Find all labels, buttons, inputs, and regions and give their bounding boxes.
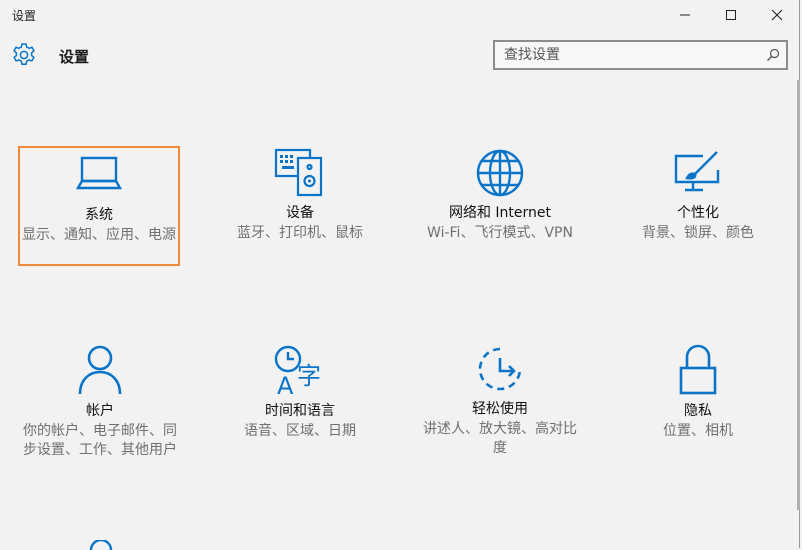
tile-system[interactable]: 系统 显示、通知、应用、电源 <box>20 148 178 264</box>
search-field[interactable] <box>493 40 788 70</box>
close-button[interactable] <box>754 0 800 30</box>
tile-label: 时间和语言 <box>265 403 335 419</box>
laptop-icon <box>75 156 123 190</box>
search-icon[interactable] <box>766 48 780 62</box>
page-title: 设置 <box>59 48 90 66</box>
tile-description: Wi-Fi、飞行模式、VPN <box>427 225 573 241</box>
scrollbar-thumb[interactable] <box>797 80 800 510</box>
person-icon <box>78 345 122 395</box>
tile-label: 轻松使用 <box>472 401 528 417</box>
tile-network[interactable]: 网络和 Internet Wi-Fi、飞行模式、VPN <box>420 148 580 243</box>
minimize-icon <box>680 14 690 16</box>
title-bar[interactable]: 设置 <box>0 0 800 30</box>
tile-ease-of-access[interactable]: 轻松使用 讲述人、放大镜、高对比度 <box>420 344 580 458</box>
tile-description: 位置、相机 <box>663 423 733 439</box>
tile-devices[interactable]: 设备 蓝牙、打印机、鼠标 <box>220 148 380 243</box>
settings-window: 设置 设置 系统 显示、通 <box>0 0 800 550</box>
globe-icon <box>476 149 524 197</box>
tile-description: 讲述人、放大镜、高对比度 <box>423 421 577 456</box>
close-icon <box>771 9 783 21</box>
ease-of-access-icon <box>478 347 522 391</box>
tile-time-language[interactable]: A 字 时间和语言 语音、区域、日期 <box>220 344 380 441</box>
svg-text:字: 字 <box>297 362 321 390</box>
tile-description: 你的帐户、电子邮件、同步设置、工作、其他用户 <box>23 423 177 458</box>
gear-icon <box>13 43 35 65</box>
tile-accounts[interactable]: 帐户 你的帐户、电子邮件、同步设置、工作、其他用户 <box>20 344 180 460</box>
minimize-button[interactable] <box>662 0 708 30</box>
devices-icon <box>274 148 323 197</box>
tile-description: 背景、锁屏、颜色 <box>642 225 754 241</box>
tile-description: 蓝牙、打印机、鼠标 <box>237 225 363 241</box>
svg-text:A: A <box>277 372 294 396</box>
lock-icon <box>679 344 717 395</box>
tile-description: 语音、区域、日期 <box>244 423 356 439</box>
paintbrush-icon <box>674 151 720 192</box>
tile-label: 网络和 Internet <box>448 205 552 221</box>
maximize-button[interactable] <box>708 0 754 30</box>
tile-label: 隐私 <box>684 403 712 419</box>
tile-description: 显示、通知、应用、电源 <box>22 227 176 243</box>
tile-label: 系统 <box>85 207 113 223</box>
time-language-icon: A 字 <box>274 345 321 396</box>
partial-tile-icon <box>89 540 113 550</box>
search-input[interactable] <box>495 42 764 68</box>
tile-label: 个性化 <box>677 205 719 221</box>
tile-label: 设备 <box>286 205 314 221</box>
window-title: 设置 <box>12 9 37 23</box>
tile-label: 帐户 <box>86 403 114 419</box>
maximize-icon <box>726 10 736 20</box>
tile-privacy[interactable]: 隐私 位置、相机 <box>618 344 778 441</box>
tile-personalization[interactable]: 个性化 背景、锁屏、颜色 <box>618 148 778 243</box>
